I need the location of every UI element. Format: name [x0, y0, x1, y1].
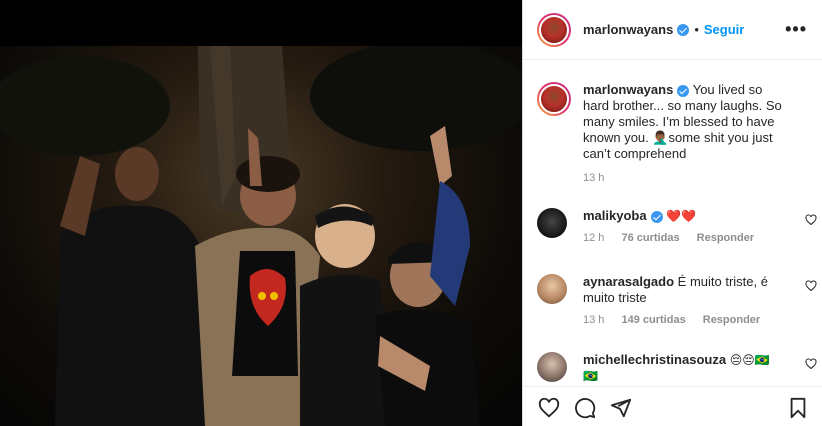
author-username[interactable]: marlonwayans	[583, 22, 673, 37]
post-header: marlonwayans • Seguir •••	[523, 0, 822, 60]
separator-dot: •	[694, 22, 699, 37]
comment-likes[interactable]: 76 curtidas	[621, 232, 679, 244]
comment-text: ❤️❤️	[666, 209, 697, 223]
post-photo[interactable]	[0, 46, 522, 426]
caption-text-block: marlonwayans You lived so hard brother..…	[583, 82, 787, 162]
comment-body: michellechristinasouza 😔😔🇧🇷 🇧🇷	[583, 352, 773, 384]
comment-time: 12 h	[583, 232, 605, 244]
share-icon[interactable]	[609, 397, 633, 419]
post-actions-bar	[523, 386, 822, 426]
comment-likes[interactable]: 149 curtidas	[621, 314, 685, 326]
comment-icon[interactable]	[573, 397, 597, 419]
comment-username[interactable]: aynarasalgado	[583, 274, 674, 289]
caption-time: 13 h	[583, 172, 605, 184]
comments-list[interactable]: marlonwayans You lived so hard brother..…	[523, 60, 822, 386]
reply-button[interactable]: Responder	[697, 232, 754, 244]
verified-badge-icon	[650, 210, 663, 223]
bookmark-icon[interactable]	[787, 397, 809, 419]
verified-badge-icon	[677, 23, 690, 36]
comment-username[interactable]: michellechristinasouza	[583, 352, 726, 367]
post-side-panel: marlonwayans • Seguir ••• marlonwayans Y…	[522, 0, 822, 426]
reply-button[interactable]: Responder	[703, 314, 760, 326]
comment-item: aynarasalgado É muito triste, é muito tr…	[537, 274, 817, 326]
comment-item: michellechristinasouza 😔😔🇧🇷 🇧🇷	[537, 352, 817, 384]
comment-heart-icon[interactable]	[805, 280, 817, 292]
comment-username[interactable]: malikyoba	[583, 208, 647, 223]
commenter-avatar[interactable]	[537, 208, 567, 238]
comment-time: 13 h	[583, 314, 605, 326]
verified-badge-icon	[677, 84, 690, 97]
follow-button[interactable]: Seguir	[704, 22, 744, 37]
heart-icon[interactable]	[537, 397, 561, 419]
comment-meta: 13 h 149 curtidas Responder	[583, 314, 809, 326]
comment-item: malikyoba ❤️❤️ 12 h 76 curtidas Responde…	[537, 208, 817, 244]
post-media[interactable]	[0, 0, 522, 426]
comment-body: aynarasalgado É muito triste, é muito tr…	[583, 274, 773, 306]
commenter-avatar[interactable]	[537, 274, 567, 304]
comment-heart-icon[interactable]	[805, 214, 817, 226]
group-photo-illustration	[0, 46, 522, 426]
more-options-icon[interactable]: •••	[785, 20, 807, 38]
comment-meta: 12 h 76 curtidas Responder	[583, 232, 809, 244]
caption-author-avatar[interactable]	[537, 82, 571, 116]
caption-username[interactable]: marlonwayans	[583, 82, 673, 97]
author-avatar[interactable]	[537, 12, 571, 47]
post-caption: marlonwayans You lived so hard brother..…	[537, 82, 809, 184]
comment-body: malikyoba ❤️❤️	[583, 208, 773, 224]
comment-heart-icon[interactable]	[805, 358, 817, 370]
commenter-avatar[interactable]	[537, 352, 567, 382]
